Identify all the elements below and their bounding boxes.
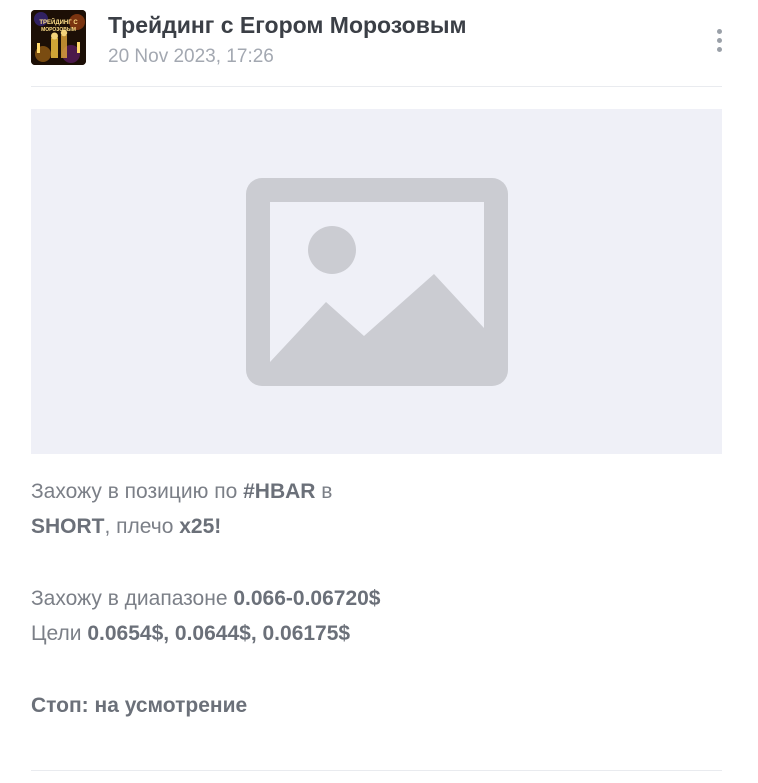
message-bold: Стоп: на усмотрение bbox=[31, 694, 248, 717]
hashtag-link[interactable]: #HBAR bbox=[243, 480, 315, 503]
channel-avatar[interactable]: ТРЕЙДИНГ С МОРОЗОВЫМ bbox=[31, 10, 86, 65]
svg-text:МОРОЗОВЫМ: МОРОЗОВЫМ bbox=[41, 27, 76, 33]
message-bold: 0.066-0.06720$ bbox=[233, 587, 381, 610]
more-vertical-icon-dot bbox=[716, 37, 722, 43]
more-vertical-icon bbox=[716, 28, 722, 34]
image-placeholder-icon bbox=[245, 177, 508, 386]
message-text: Захожу в позицию по bbox=[31, 480, 244, 503]
channel-name[interactable]: Трейдинг с Егором Морозовым bbox=[108, 12, 467, 39]
message-bold: SHORT bbox=[31, 515, 105, 538]
svg-text:ТРЕЙДИНГ С: ТРЕЙДИНГ С bbox=[39, 18, 78, 26]
message-text: в bbox=[315, 480, 333, 503]
telegram-post: ТРЕЙДИНГ С МОРОЗОВЫМ Трейдинг с Егором М… bbox=[0, 0, 758, 783]
message-line: Захожу в позицию по #HBAR в bbox=[31, 474, 711, 509]
message-bold: x25! bbox=[179, 515, 222, 538]
more-vertical-icon-dot bbox=[716, 46, 722, 52]
post-header: ТРЕЙДИНГ С МОРОЗОВЫМ Трейдинг с Егором М… bbox=[31, 10, 731, 68]
post-message: Захожу в позицию по #HBAR в SHORT, плечо… bbox=[31, 474, 711, 723]
post-media-placeholder[interactable] bbox=[31, 109, 722, 454]
post-date: 20 Nov 2023, 17:26 bbox=[108, 46, 274, 67]
message-line: SHORT, плечо x25! bbox=[31, 509, 711, 544]
message-text: Захожу в диапазоне bbox=[31, 587, 234, 610]
message-line: Захожу в диапазоне 0.066-0.06720$ bbox=[31, 581, 711, 616]
message-text: Цели bbox=[31, 622, 88, 645]
message-line: Стоп: на усмотрение bbox=[31, 688, 711, 723]
avatar-image: ТРЕЙДИНГ С МОРОЗОВЫМ bbox=[31, 10, 86, 65]
message-text: , плечо bbox=[104, 515, 180, 538]
message-line: Цели 0.0654$, 0.0644$, 0.06175$ bbox=[31, 616, 711, 651]
message-bold: 0.0654$, 0.0644$, 0.06175$ bbox=[87, 622, 351, 645]
header-divider bbox=[31, 86, 722, 87]
footer-divider bbox=[31, 770, 722, 771]
more-options-button[interactable] bbox=[707, 20, 731, 60]
